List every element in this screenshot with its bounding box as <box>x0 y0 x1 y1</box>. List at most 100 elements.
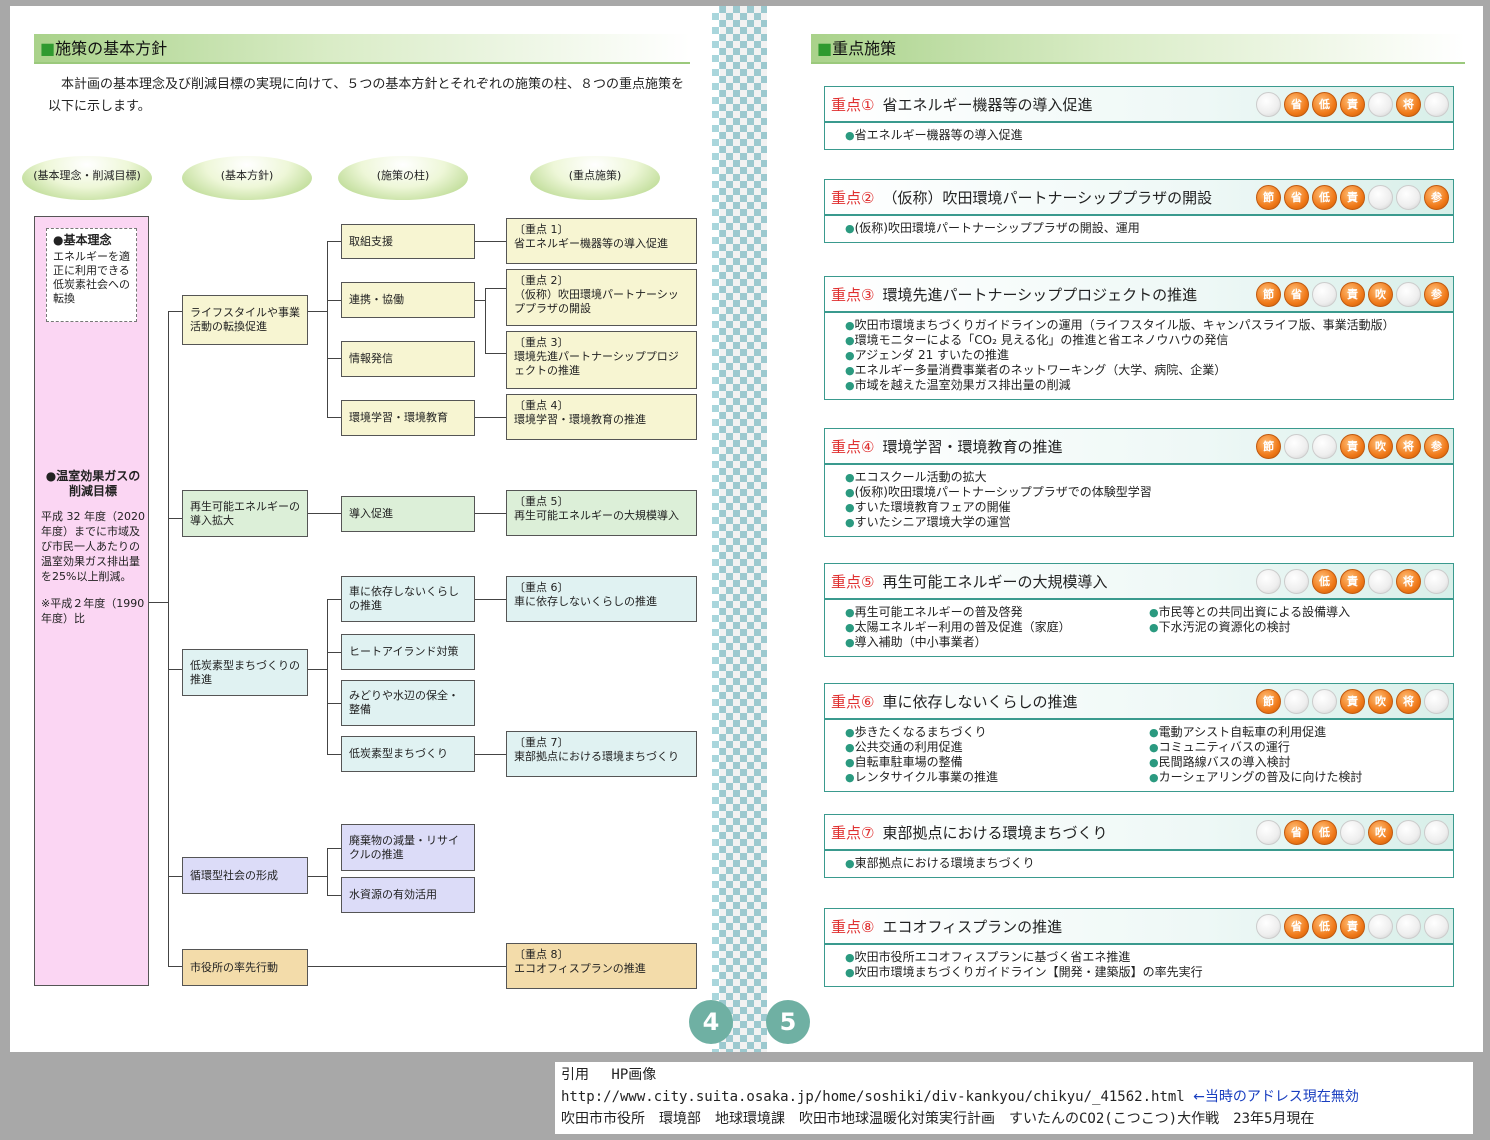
connector <box>168 966 182 967</box>
priority-card-header: 重点⑤ 再生可能エネルギーの大規模導入 低責 将 <box>825 564 1453 600</box>
category-icon <box>1284 433 1309 459</box>
policy-box-5: 市役所の率先行動 <box>182 949 308 986</box>
category-icon: 責 <box>1340 184 1365 210</box>
priority-card-items: 歩きたくなるまちづくり公共交通の利用促進自転車駐車場の整備レンタサイクル事業の推… <box>825 720 1453 791</box>
category-icons: 節省低責 参 <box>1256 184 1449 210</box>
priority-card-items: 吹田市環境まちづくりガイドラインの運用（ライフスタイル版、キャンパスライフ版、事… <box>825 313 1453 399</box>
priority-box-4: 〔重点 4〕 環境学習・環境教育の推進 <box>506 394 697 440</box>
section-heading-right: ■重点施策 <box>811 34 1465 64</box>
measure-item-text: コミュニティバスの運行 <box>1158 740 1290 754</box>
connector <box>327 241 328 418</box>
category-icon <box>1424 819 1449 845</box>
category-icon: 節 <box>1256 688 1281 714</box>
measure-item-text: すいた環境教育フェアの開催 <box>854 500 1011 514</box>
category-icon: 低 <box>1312 91 1337 117</box>
measure-item: 再生可能エネルギーの普及啓発 <box>845 605 1149 620</box>
pillar-box-7: ヒートアイランド対策 <box>341 634 475 670</box>
left-page: ■施策の基本方針 本計画の基本理念及び削減目標の実現に向けて、５つの基本方針とそ… <box>10 6 720 1052</box>
priority-card-items: 省エネルギー機器等の導入促進 <box>825 123 1453 149</box>
connector <box>327 300 341 301</box>
measure-item-text: エネルギー多量消費事業者のネットワーキング（大学、病院、企業） <box>854 363 1227 377</box>
priority-no: 〔重点 5〕 <box>514 495 569 508</box>
measure-item-text: 太陽エネルギー利用の普及促進（家庭） <box>854 620 1071 634</box>
priority-box-3: 〔重点 3〕 環境先進パートナーシッププロジェクトの推進 <box>506 331 697 389</box>
heading-mark: ■ <box>40 39 56 58</box>
heading-mark: ■ <box>817 39 833 58</box>
connector <box>485 353 506 354</box>
measure-item: カーシェアリングの普及に向けた検討 <box>1149 770 1453 785</box>
category-icon <box>1396 184 1421 210</box>
priority-card-title: 車に依存しないくらしの推進 <box>882 692 1078 711</box>
category-icon: 吹 <box>1368 688 1393 714</box>
items-column: 市民等との共同出資による設備導入下水汚泥の資源化の検討 <box>1149 605 1453 650</box>
connector <box>327 652 341 653</box>
connector <box>327 241 341 242</box>
category-icon <box>1256 91 1281 117</box>
pillar-box-4: 環境学習・環境教育 <box>341 400 475 436</box>
priority-card-items: (仮称)吹田環境パートナーシッププラザの開設、運用 <box>825 216 1453 242</box>
connector <box>168 311 169 966</box>
measure-item: 導入補助（中小事業者） <box>845 635 1149 650</box>
measure-item: 環境モニターによる「CO₂ 見える化」の推進と省エネノウハウの発信 <box>845 333 1453 348</box>
category-icon: 参 <box>1424 184 1449 210</box>
category-icon: 責 <box>1340 913 1365 939</box>
category-icon: 節 <box>1256 184 1281 210</box>
category-icons: 省低責 <box>1256 913 1449 939</box>
measure-item-text: (仮称)吹田環境パートナーシッププラザでの体験型学習 <box>854 485 1152 499</box>
target-text: 平成 32 年度（2020 年度）までに市域及び市民一人あたりの温室効果ガス排出… <box>41 510 145 583</box>
priority-no: 〔重点 7〕 <box>514 736 569 749</box>
priority-text: 環境先進パートナーシッププロジェクトの推進 <box>514 350 679 377</box>
priority-card-items: 再生可能エネルギーの普及啓発太陽エネルギー利用の普及促進（家庭）導入補助（中小事… <box>825 600 1453 656</box>
connector <box>308 669 328 670</box>
category-icon <box>1424 91 1449 117</box>
category-icons: 節 責吹将参 <box>1256 433 1449 459</box>
basic-concept-panel: ●基本理念 エネルギーを適正に利用できる低炭素社会への転換 ●温室効果ガスの削減… <box>34 216 149 986</box>
pillar-box-10: 廃棄物の減量・リサイクルの推進 <box>341 824 475 871</box>
category-icon <box>1312 281 1337 307</box>
priority-card-title: 東部拠点における環境まちづくり <box>882 823 1108 842</box>
connector <box>168 518 182 519</box>
pill-basic-target: (基本理念・削減目標) <box>22 156 152 200</box>
measure-item: 民間路線バスの導入検討 <box>1149 755 1453 770</box>
category-icon: 責 <box>1340 688 1365 714</box>
category-icon: 将 <box>1396 688 1421 714</box>
measure-item-text: 東部拠点における環境まちづくり <box>854 856 1035 870</box>
connector <box>327 599 341 600</box>
connector <box>327 703 341 704</box>
category-icons: 省低 吹 <box>1256 819 1449 845</box>
priority-box-5: 〔重点 5〕 再生可能エネルギーの大規模導入 <box>506 490 697 536</box>
measure-item: 市域を越えた温室効果ガス排出量の削減 <box>845 378 1453 393</box>
connector <box>308 966 506 967</box>
basic-concept-title: ●基本理念 <box>53 233 112 247</box>
connector <box>327 848 341 849</box>
priority-text: 東部拠点における環境まちづくり <box>514 750 679 763</box>
connector <box>475 241 506 242</box>
priority-box-7: 〔重点 7〕 東部拠点における環境まちづくり <box>506 731 697 777</box>
priority-text: 省エネルギー機器等の導入促進 <box>514 237 668 250</box>
category-icon: 参 <box>1424 281 1449 307</box>
measure-item: すいたシニア環境大学の運営 <box>845 515 1453 530</box>
connector <box>327 599 328 754</box>
measure-item-text: 市域を越えた温室効果ガス排出量の削減 <box>854 378 1071 392</box>
pill-priorities: (重点施策) <box>530 156 660 200</box>
category-icon <box>1312 433 1337 459</box>
measure-item-text: エコスクール活動の拡大 <box>854 470 987 484</box>
reduction-target: ●温室効果ガスの削減目標 平成 32 年度（2020 年度）までに市域及び市民一… <box>41 469 145 626</box>
measure-item-text: 導入補助（中小事業者） <box>854 635 987 649</box>
page-number-right: 5 <box>766 1000 810 1044</box>
measure-item-text: 吹田市役所エコオフィスプランに基づく省エネ推進 <box>854 950 1131 964</box>
category-icon: 吹 <box>1368 281 1393 307</box>
priority-card-number: 重点⑥ <box>831 692 875 711</box>
priority-card-header: 重点③ 環境先進パートナーシッププロジェクトの推進 節省 責吹 参 <box>825 277 1453 313</box>
priority-card-number: 重点② <box>831 188 875 207</box>
measure-item: 市民等との共同出資による設備導入 <box>1149 605 1453 620</box>
priority-card-items: 東部拠点における環境まちづくり <box>825 851 1453 877</box>
priority-card: 重点④ 環境学習・環境教育の推進 節 責吹将参エコスクール活動の拡大(仮称)吹田環境パ… <box>824 428 1454 537</box>
priority-no: 〔重点 1〕 <box>514 223 569 236</box>
citation-line3: 吹田市市役所 環境部 地球環境課 吹田市地球温暖化対策実行計画 すいたんのCO2… <box>561 1111 1315 1127</box>
section-heading-left: ■施策の基本方針 <box>34 34 690 64</box>
citation-box: 引用 HP画像 http://www.city.suita.osaka.jp/h… <box>555 1062 1473 1134</box>
priority-card-number: 重点⑧ <box>831 917 875 936</box>
priority-text: 車に依存しないくらしの推進 <box>514 595 657 608</box>
measure-item: (仮称)吹田環境パートナーシッププラザでの体験型学習 <box>845 485 1453 500</box>
